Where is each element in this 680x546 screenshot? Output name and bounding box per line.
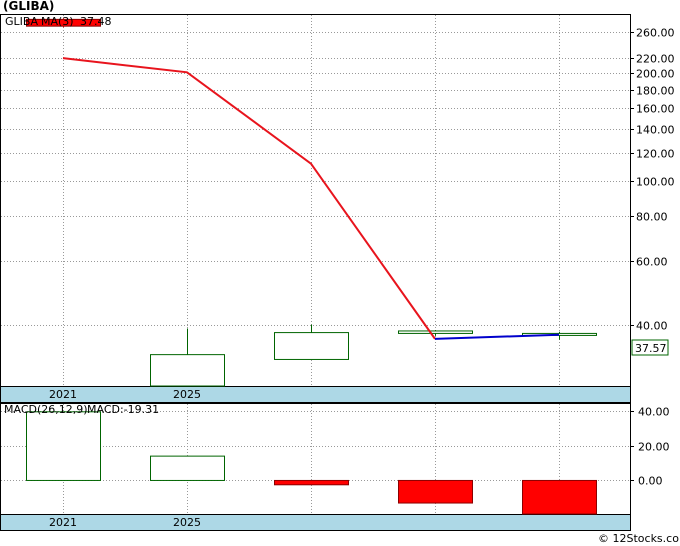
watermark: © 12Stocks.com [598,532,680,545]
price-y-tick-label: 220.00 [636,53,675,66]
price-y-tick-label: 260.00 [636,27,675,40]
price-x-tick-label: 2025 [173,388,201,401]
macd-bar [398,479,473,504]
price-y-tick-label: 60.00 [636,256,668,269]
macd-x-tick-label: 2025 [173,516,201,529]
price-date-axis [0,386,631,403]
price-x-tick-label: 2021 [49,388,77,401]
macd-date-axis [0,514,631,531]
price-y-tick-label: 120.00 [636,148,675,161]
price-y-tick-label: 140.00 [636,124,675,137]
macd-bar [26,411,101,481]
macd-y-tick-label: 40.00 [638,406,670,419]
chart-canvas: 40.00 60.00 80.00 100.00 120.00 140.00 160.00 1… [0,0,680,545]
candle-body [274,332,349,360]
candle-body [398,330,473,334]
legend-symbol: GLIBA [5,15,38,28]
macd-label: MACD(26,12,9) [4,403,88,416]
price-y-tick-label: 160.00 [636,103,675,116]
candle-body [150,354,225,387]
macd-y-tick-label: 0.00 [638,475,663,488]
macd-value: MACD:-19.31 [87,403,159,416]
price-y-tick-label: 80.00 [636,211,668,224]
chart-title: (GLIBA) [3,0,54,13]
macd-bar [522,479,597,515]
price-y-tick-label: 40.00 [636,320,668,333]
price-y-tick-label: 100.00 [636,176,675,189]
macd-bar [274,479,349,486]
macd-bar [150,455,225,481]
legend-ma-value: 37.48 [80,15,112,28]
price-y-tick-label: 180.00 [636,85,675,98]
macd-y-tick-label: 20.00 [638,441,670,454]
price-y-tick-label: 200.00 [636,68,675,81]
legend-ma-label: MA(3) [41,15,74,28]
last-price-label: 37.57 [635,342,667,355]
macd-x-tick-label: 2021 [49,516,77,529]
